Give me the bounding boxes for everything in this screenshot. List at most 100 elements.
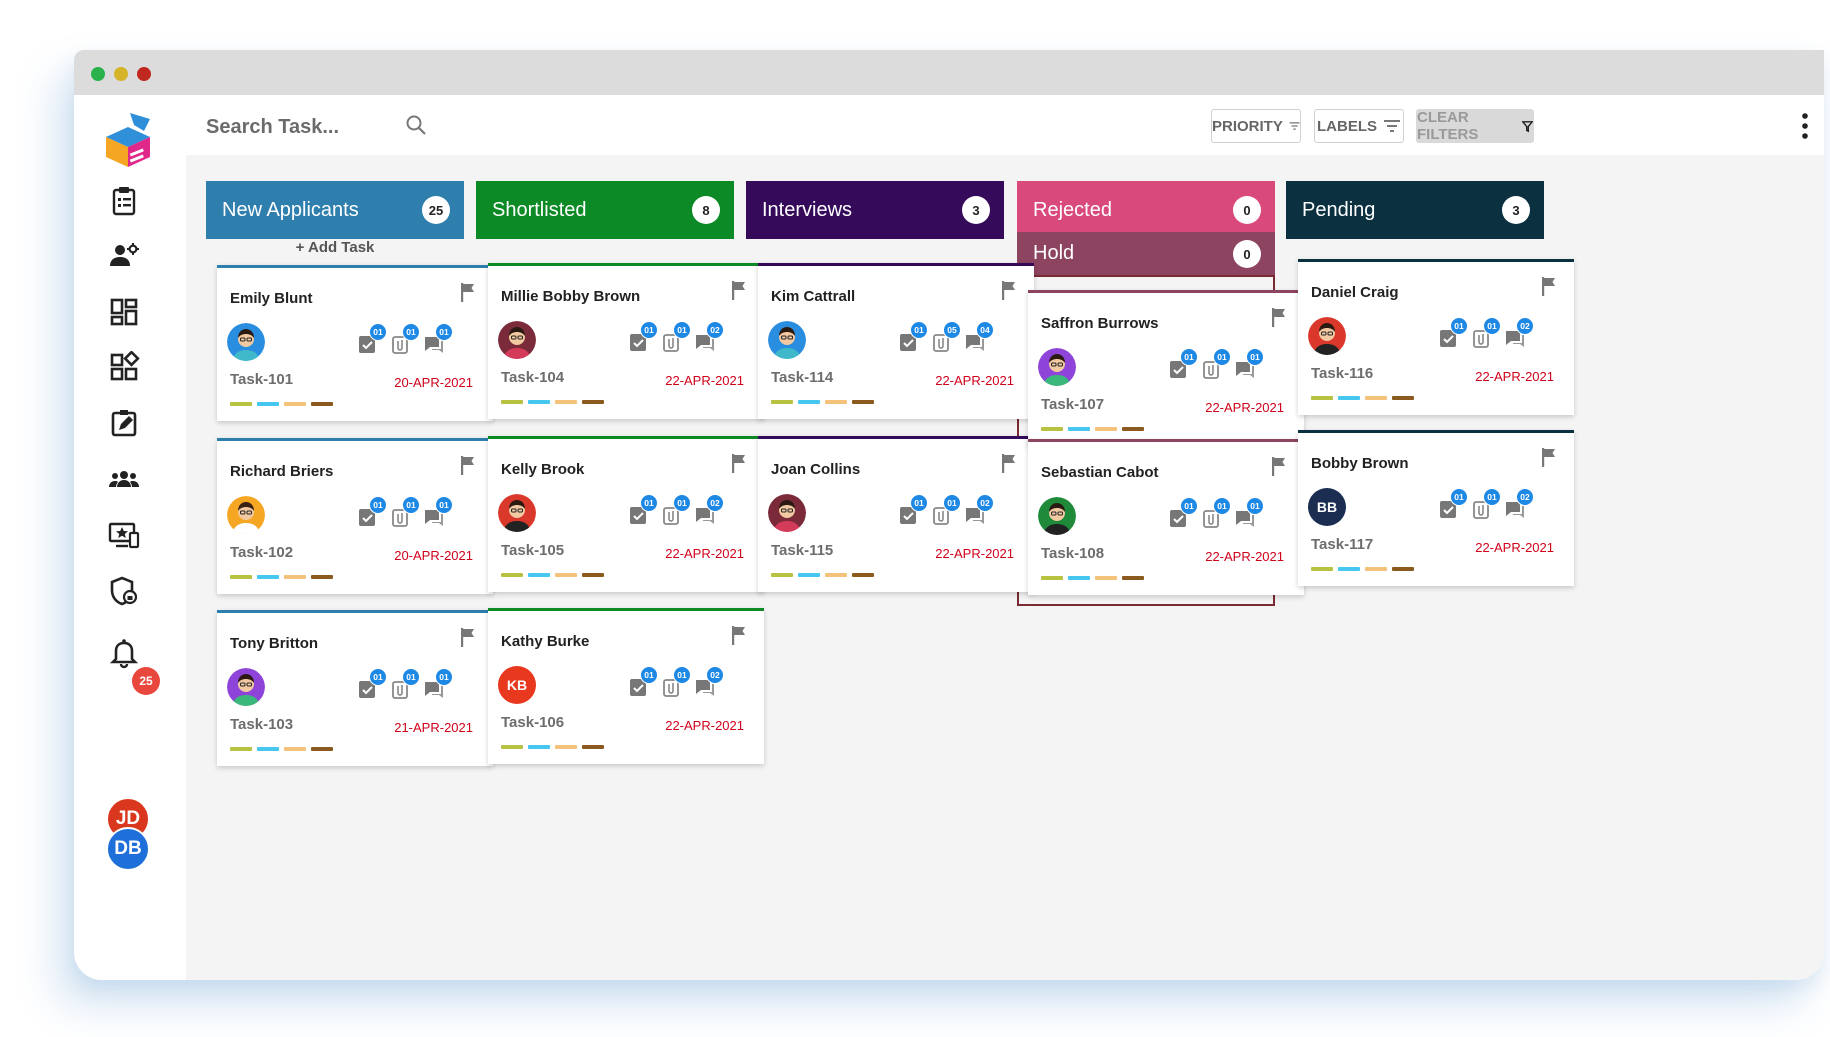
comments-count[interactable]: 04 [964,321,994,353]
attachment-count[interactable]: 01 [931,494,961,526]
comments-count[interactable]: 02 [694,494,724,526]
label-chip[interactable] [1068,576,1090,580]
label-chip[interactable] [582,745,604,749]
task-card[interactable]: Saffron Burrows 01 01 01 Task-107 22-APR-2021 [1028,290,1304,446]
label-chip[interactable] [1392,567,1414,571]
label-chip[interactable] [798,400,820,404]
attachment-count[interactable]: 01 [1471,317,1501,349]
nav-notifications[interactable] [106,635,142,671]
checklist-count[interactable]: 01 [357,323,387,355]
label-chip[interactable] [1365,396,1387,400]
label-chip[interactable] [1392,396,1414,400]
label-chip[interactable] [1338,567,1360,571]
task-card[interactable]: Kelly Brook 01 01 02 Task-105 22-APR-2021 [488,436,764,592]
search-icon[interactable] [404,113,430,139]
flag-icon[interactable] [1000,453,1018,473]
assignee-avatar[interactable] [227,668,265,706]
task-card[interactable]: Joan Collins 01 01 02 Task-115 22-APR-2021 [758,436,1034,592]
task-card[interactable]: Bobby Brown BB 01 01 02 Task-117 22-APR-2021 [1298,430,1574,586]
column-header-pending[interactable]: Pending 3 [1286,181,1544,239]
label-chip[interactable] [555,400,577,404]
flag-icon[interactable] [459,455,477,475]
flag-icon[interactable] [459,627,477,647]
label-chip[interactable] [311,575,333,579]
assignee-avatar[interactable] [498,321,536,359]
flag-icon[interactable] [730,280,748,300]
label-chip[interactable] [825,400,847,404]
assignee-avatar[interactable] [1038,348,1076,386]
label-chip[interactable] [1041,427,1063,431]
column-header-shortlisted[interactable]: Shortlisted 8 [476,181,734,239]
label-chip[interactable] [582,573,604,577]
assignee-avatar[interactable]: BB [1308,488,1346,526]
label-chip[interactable] [284,747,306,751]
checklist-count[interactable]: 01 [628,494,658,526]
label-chip[interactable] [230,575,252,579]
checklist-count[interactable]: 01 [898,321,928,353]
label-chip[interactable] [1311,567,1333,571]
task-card[interactable]: Richard Briers 01 01 01 Task-102 20-APR-2021 [217,438,493,594]
label-chip[interactable] [555,745,577,749]
label-chip[interactable] [257,402,279,406]
flag-icon[interactable] [459,282,477,302]
attachment-count[interactable]: 01 [1471,488,1501,520]
comments-count[interactable]: 02 [1504,317,1534,349]
window-minimize-button[interactable] [114,67,128,81]
task-card[interactable]: Millie Bobby Brown 01 01 02 Task-104 22-APR-2… [488,263,764,419]
assignee-avatar[interactable] [768,494,806,532]
attachment-count[interactable]: 01 [661,666,691,698]
attachment-count[interactable]: 05 [931,321,961,353]
comments-count[interactable]: 02 [964,494,994,526]
checklist-count[interactable]: 01 [1438,317,1468,349]
assignee-avatar[interactable] [1038,497,1076,535]
task-card[interactable]: Emily Blunt 01 01 01 Task-101 20-APR-2021 [217,265,493,421]
more-options-icon[interactable] [1800,111,1810,141]
column-header-interviews[interactable]: Interviews 3 [746,181,1004,239]
task-card[interactable]: Daniel Craig 01 01 02 Task-116 22-APR-2021 [1298,259,1574,415]
label-chip[interactable] [284,575,306,579]
label-chip[interactable] [798,573,820,577]
assignee-avatar[interactable] [227,496,265,534]
column-header-rejected[interactable]: Rejected 0 [1017,181,1275,239]
label-chip[interactable] [528,745,550,749]
flag-icon[interactable] [730,625,748,645]
label-chip[interactable] [257,575,279,579]
label-chip[interactable] [1041,576,1063,580]
nav-widgets[interactable] [106,349,142,385]
nav-user-settings[interactable] [106,238,142,274]
comments-count[interactable]: 01 [1234,497,1264,529]
nav-featured[interactable] [106,517,142,553]
flag-icon[interactable] [1000,280,1018,300]
label-chip[interactable] [1311,396,1333,400]
assignee-avatar[interactable] [768,321,806,359]
label-chip[interactable] [284,402,306,406]
app-logo-icon[interactable] [104,113,152,167]
label-chip[interactable] [771,400,793,404]
label-chip[interactable] [1365,567,1387,571]
assignee-avatar[interactable] [227,323,265,361]
assignee-avatar[interactable] [1308,317,1346,355]
label-chip[interactable] [852,573,874,577]
label-chip[interactable] [1095,427,1117,431]
label-chip[interactable] [528,400,550,404]
column-header-new-applicants[interactable]: New Applicants 25 [206,181,464,239]
task-card[interactable]: Sebastian Cabot 01 01 01 Task-108 22-APR-2021 [1028,439,1304,595]
comments-count[interactable]: 02 [694,321,724,353]
attachment-count[interactable]: 01 [390,323,420,355]
task-card[interactable]: Kathy Burke KB 01 01 02 Task-106 22-APR-2021 [488,608,764,764]
attachment-count[interactable]: 01 [661,494,691,526]
flag-icon[interactable] [730,453,748,473]
label-chip[interactable] [311,747,333,751]
nav-notes[interactable] [106,405,142,441]
checklist-count[interactable]: 01 [1168,497,1198,529]
window-maximize-button[interactable] [91,67,105,81]
label-chip[interactable] [852,400,874,404]
attachment-count[interactable]: 01 [661,321,691,353]
window-close-button[interactable] [137,67,151,81]
checklist-count[interactable]: 01 [357,668,387,700]
flag-icon[interactable] [1540,276,1558,296]
flag-icon[interactable] [1540,447,1558,467]
label-chip[interactable] [1338,396,1360,400]
add-task-button[interactable]: + Add Task [206,239,464,256]
label-chip[interactable] [501,573,523,577]
